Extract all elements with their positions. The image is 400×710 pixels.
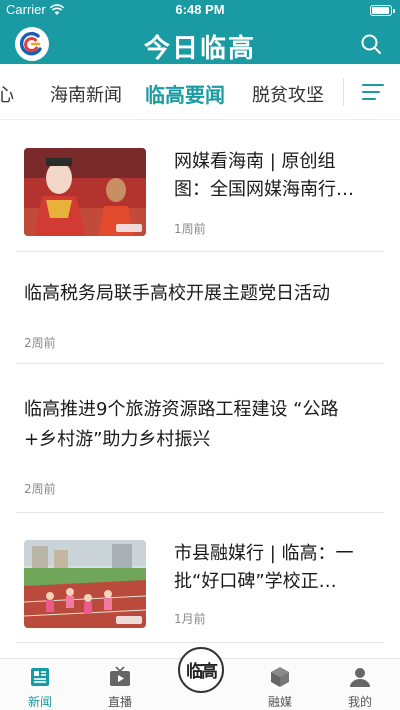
- news-title-line: 临高推进9个旅游资源路工程建设 “公路: [24, 399, 339, 420]
- lingao-center-button[interactable]: 临高: [178, 647, 224, 693]
- news-title-line: 网媒看海南 | 原创组: [174, 151, 336, 172]
- news-thumbnail: [24, 540, 146, 628]
- divider: [16, 251, 384, 252]
- tab-media-label: 融媒: [267, 695, 292, 709]
- news-item[interactable]: 网媒看海南 | 原创组 图：全国网媒海南行… 1周前: [24, 148, 384, 238]
- news-time: 2周前: [24, 336, 56, 350]
- menu-lines-icon[interactable]: [362, 82, 384, 102]
- divider: [16, 363, 384, 364]
- bottom-tab-bar: 新闻 直播 临高 融媒 我的: [0, 647, 400, 710]
- news-time: 1周前: [174, 222, 206, 236]
- tab-news-label: 新闻: [27, 695, 52, 709]
- divider: [16, 512, 384, 513]
- tab-partial[interactable]: 心: [0, 81, 14, 107]
- news-title-line: 市县融媒行 | 临高：一: [174, 543, 354, 564]
- app-header: Carrier 6:48 PM 今日临高: [0, 0, 400, 64]
- tabs-fade: [330, 64, 344, 119]
- channel-tabs: 心 海南新闻 临高要闻 脱贫攻坚: [0, 64, 400, 120]
- user-icon: [350, 668, 370, 687]
- center-button-label: 临高: [186, 662, 218, 682]
- cube-icon: [271, 667, 289, 687]
- news-title-line: 临高税务局联手高校开展主题党日活动: [24, 283, 330, 304]
- divider: [16, 642, 384, 643]
- news-item[interactable]: 市县融媒行 | 临高：一 批“好口碑”学校正… 1月前: [24, 540, 384, 630]
- tab-lingao-news[interactable]: 临高要闻: [145, 79, 225, 108]
- news-time: 1月前: [174, 612, 206, 626]
- news-item[interactable]: 临高推进9个旅游资源路工程建设 “公路 +乡村游”助力乡村振兴 2周前: [24, 396, 384, 496]
- tab-mine[interactable]: 我的: [330, 659, 390, 710]
- news-time: 2周前: [24, 482, 56, 496]
- news-title-line: 图：全国网媒海南行…: [174, 179, 354, 200]
- tab-hainan-news[interactable]: 海南新闻: [50, 81, 122, 107]
- news-icon: [31, 668, 49, 686]
- news-item[interactable]: 临高税务局联手高校开展主题党日活动 2周前: [24, 280, 384, 352]
- tab-news[interactable]: 新闻: [10, 659, 70, 710]
- tab-media[interactable]: 融媒: [250, 659, 310, 710]
- tab-live-label: 直播: [107, 695, 132, 709]
- tab-mine-label: 我的: [347, 695, 372, 709]
- tabs-divider: [343, 78, 344, 106]
- news-title-line: 批“好口碑”学校正…: [174, 571, 337, 592]
- news-thumbnail: [24, 148, 146, 236]
- news-title-line: +乡村游”助力乡村振兴: [24, 429, 211, 450]
- tab-poverty-alleviation[interactable]: 脱贫攻坚: [252, 81, 324, 107]
- app-title: 今日临高: [143, 34, 256, 64]
- search-icon[interactable]: [360, 33, 382, 55]
- tab-live[interactable]: 直播: [90, 659, 150, 710]
- battery-icon: [370, 5, 395, 16]
- status-bar: Carrier 6:48 PM: [0, 0, 400, 20]
- clock: 6:48 PM: [175, 2, 225, 17]
- news-list: 网媒看海南 | 原创组 图：全国网媒海南行… 1周前 临高税务局联手高校开展主题…: [0, 120, 400, 658]
- tv-icon: [110, 666, 130, 686]
